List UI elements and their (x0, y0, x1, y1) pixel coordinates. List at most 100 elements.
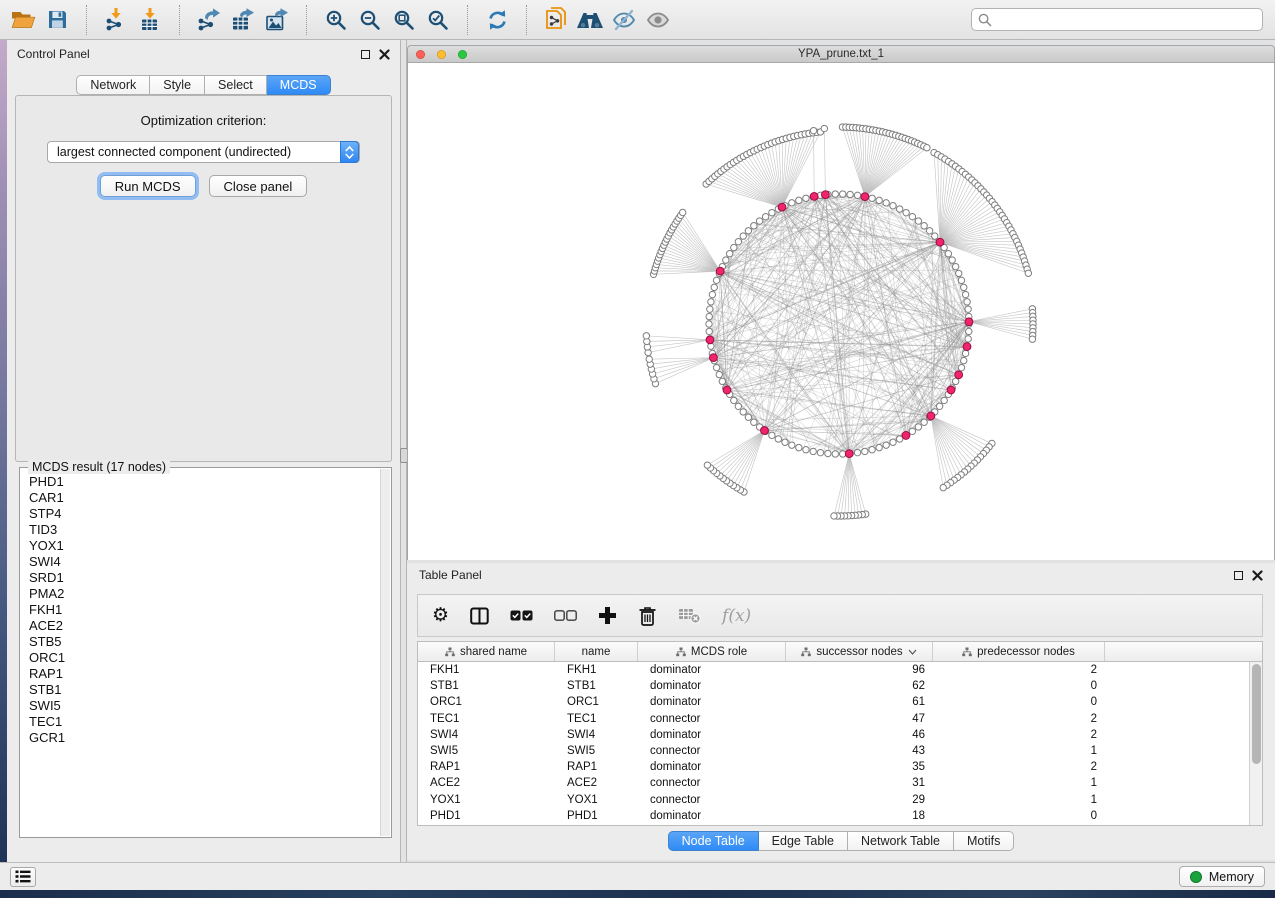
column-header-shared-name[interactable]: shared name (418, 642, 555, 661)
network-node[interactable] (711, 284, 717, 290)
mcds-result-item[interactable]: SRD1 (21, 570, 380, 586)
table-row[interactable]: ACE2ACE2connector311 (418, 775, 1249, 791)
save-icon[interactable] (40, 3, 74, 37)
network-node[interactable] (952, 263, 958, 269)
table-cell[interactable]: FKH1 (555, 664, 638, 676)
table-cell[interactable]: 43 (786, 745, 933, 757)
network-node[interactable] (964, 299, 970, 305)
mcds-result-item[interactable]: STP4 (21, 506, 380, 522)
table-cell[interactable]: connector (638, 794, 786, 806)
mcds-result-item[interactable]: PHD1 (21, 474, 380, 490)
table-row[interactable]: FKH1FKH1dominator962 (418, 662, 1249, 678)
table-cell[interactable]: 2 (933, 729, 1105, 741)
network-node[interactable] (713, 364, 719, 370)
network-node[interactable] (751, 223, 757, 229)
network-node[interactable] (883, 442, 889, 448)
network-mcds-node[interactable] (963, 343, 971, 351)
network-leaf-node[interactable] (924, 144, 930, 150)
import-table-icon[interactable] (133, 3, 167, 37)
network-mcds-node[interactable] (845, 450, 853, 458)
network-mcds-node[interactable] (965, 318, 973, 326)
network-node[interactable] (961, 284, 967, 290)
network-leaf-node[interactable] (1029, 336, 1035, 342)
table-cell[interactable]: 62 (786, 680, 933, 692)
table-cell[interactable]: PHD1 (555, 810, 638, 822)
network-node[interactable] (869, 195, 875, 201)
network-node[interactable] (840, 191, 846, 197)
network-node[interactable] (909, 213, 915, 219)
network-node[interactable] (751, 419, 757, 425)
tab-network[interactable]: Network (76, 75, 150, 95)
mcds-result-item[interactable]: RAP1 (21, 666, 380, 682)
network-node[interactable] (941, 397, 947, 403)
table-cell[interactable]: YOX1 (555, 794, 638, 806)
table-cell[interactable]: connector (638, 713, 786, 725)
network-node[interactable] (775, 436, 781, 442)
network-node[interactable] (707, 306, 713, 312)
table-cell[interactable]: TEC1 (418, 713, 555, 725)
panel-splitter[interactable] (400, 40, 407, 862)
network-node[interactable] (876, 197, 882, 203)
network-node[interactable] (854, 192, 860, 198)
network-node[interactable] (890, 203, 896, 209)
network-node[interactable] (731, 397, 737, 403)
network-node[interactable] (921, 223, 927, 229)
tab-mcds[interactable]: MCDS (267, 75, 331, 95)
network-node[interactable] (803, 447, 809, 453)
mcds-result-item[interactable]: SWI5 (21, 698, 380, 714)
network-node[interactable] (936, 403, 942, 409)
network-node[interactable] (706, 313, 712, 319)
network-node[interactable] (915, 218, 921, 224)
share-document-icon[interactable] (539, 3, 573, 37)
tab-network-table[interactable]: Network Table (848, 831, 954, 851)
table-cell[interactable]: ORC1 (418, 696, 555, 708)
network-mcds-node[interactable] (947, 386, 955, 394)
table-cell[interactable]: connector (638, 745, 786, 757)
table-cell[interactable]: RAP1 (555, 761, 638, 773)
network-node[interactable] (789, 442, 795, 448)
network-node[interactable] (962, 350, 968, 356)
maximize-window-icon[interactable] (458, 50, 467, 59)
mcds-result-item[interactable]: FKH1 (21, 602, 380, 618)
column-header-name[interactable]: name (555, 642, 638, 661)
network-node[interactable] (745, 228, 751, 234)
network-mcds-node[interactable] (778, 203, 786, 211)
network-node[interactable] (883, 200, 889, 206)
tab-motifs[interactable]: Motifs (954, 831, 1014, 851)
table-cell[interactable]: dominator (638, 680, 786, 692)
table-cell[interactable]: 2 (933, 761, 1105, 773)
network-mcds-node[interactable] (936, 238, 944, 246)
network-node[interactable] (745, 414, 751, 420)
hide-details-eye-slash-icon[interactable] (607, 3, 641, 37)
table-cell[interactable]: 47 (786, 713, 933, 725)
network-node[interactable] (862, 448, 868, 454)
network-node[interactable] (896, 206, 902, 212)
network-node[interactable] (709, 291, 715, 297)
network-node[interactable] (926, 228, 932, 234)
network-node[interactable] (965, 306, 971, 312)
network-node[interactable] (803, 195, 809, 201)
network-node[interactable] (958, 277, 964, 283)
import-network-icon[interactable] (99, 3, 133, 37)
network-node[interactable] (869, 447, 875, 453)
mcds-result-item[interactable]: SWI4 (21, 554, 380, 570)
add-icon[interactable] (598, 606, 617, 625)
network-leaf-node[interactable] (679, 209, 685, 215)
float-panel-icon[interactable] (361, 50, 370, 59)
network-node[interactable] (769, 432, 775, 438)
table-cell[interactable]: YOX1 (418, 794, 555, 806)
network-node[interactable] (932, 233, 938, 239)
network-node[interactable] (832, 191, 838, 197)
export-table-icon[interactable] (226, 3, 260, 37)
network-node[interactable] (796, 444, 802, 450)
zoom-out-icon[interactable] (353, 3, 387, 37)
network-window-titlebar[interactable]: YPA_prune.txt_1 (408, 46, 1274, 63)
mcds-result-item[interactable]: STB1 (21, 682, 380, 698)
table-cell[interactable]: 35 (786, 761, 933, 773)
network-mcds-node[interactable] (723, 386, 731, 394)
binoculars-icon[interactable] (573, 3, 607, 37)
table-row[interactable]: STB1STB1dominator620 (418, 678, 1249, 694)
zoom-selected-icon[interactable] (421, 3, 455, 37)
table-cell[interactable]: 31 (786, 777, 933, 789)
minimize-window-icon[interactable] (437, 50, 446, 59)
